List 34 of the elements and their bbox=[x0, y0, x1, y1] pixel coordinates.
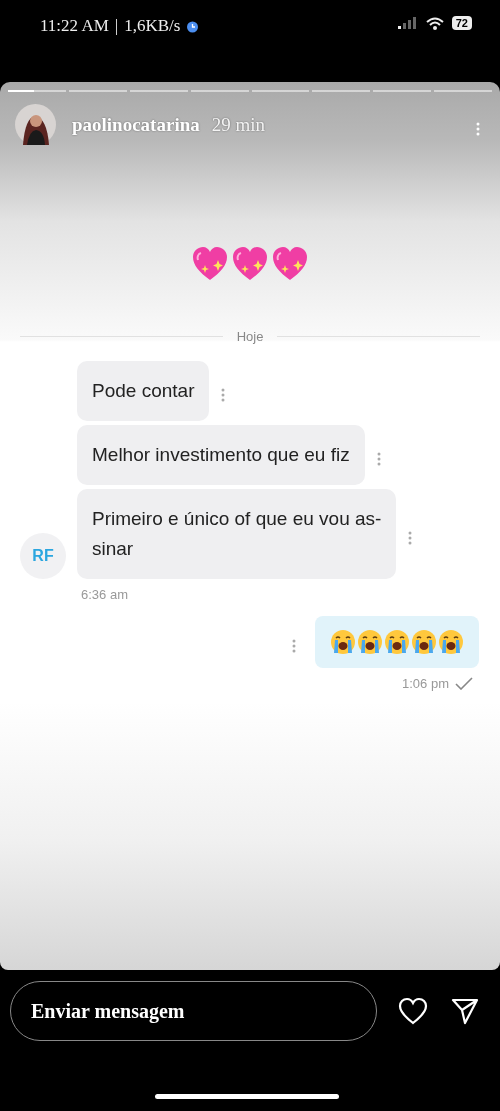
post-age: 29 min bbox=[211, 113, 267, 136]
username[interactable]: paolinocatarina bbox=[72, 113, 200, 136]
like-button[interactable] bbox=[397, 995, 429, 1027]
crying-face-icon bbox=[438, 629, 464, 655]
contact-avatar: RF bbox=[20, 533, 66, 579]
message-time: 6:36 am bbox=[80, 586, 129, 602]
separator: | bbox=[114, 16, 119, 36]
sparkling-heart-icon bbox=[271, 245, 309, 283]
crying-face-icon bbox=[357, 629, 383, 655]
message-bubble: Pode contar bbox=[77, 361, 210, 421]
crying-face-icon bbox=[411, 629, 437, 655]
more-icon[interactable] bbox=[476, 121, 480, 136]
date-divider: Hoje bbox=[236, 329, 264, 344]
battery-level: 72 bbox=[451, 16, 472, 30]
message-time: 1:06 pm bbox=[402, 676, 449, 691]
wifi-icon bbox=[425, 16, 444, 30]
clock-time: 11:22 AM bbox=[40, 16, 109, 36]
more-icon[interactable] bbox=[221, 388, 226, 402]
more-icon[interactable] bbox=[376, 452, 381, 466]
message-bubble: Melhor investimento que eu fiz bbox=[77, 425, 365, 485]
heart-icon bbox=[398, 997, 428, 1025]
message-input[interactable]: Enviar mensagem bbox=[10, 981, 377, 1041]
avatar[interactable] bbox=[15, 104, 56, 145]
signal-icon bbox=[397, 17, 418, 29]
more-icon[interactable] bbox=[408, 531, 413, 545]
sparkling-heart-icon bbox=[231, 245, 269, 283]
network-speed: 1,6KB/s bbox=[124, 16, 181, 36]
sparkling-heart-icon bbox=[191, 245, 229, 283]
send-icon bbox=[451, 997, 479, 1025]
crying-face-icon bbox=[330, 629, 356, 655]
more-icon[interactable] bbox=[292, 639, 296, 653]
alarm-icon bbox=[186, 19, 200, 33]
crying-face-icon bbox=[384, 629, 410, 655]
message-bubble: Primeiro e único of que eu vou as- sinar bbox=[77, 489, 397, 579]
